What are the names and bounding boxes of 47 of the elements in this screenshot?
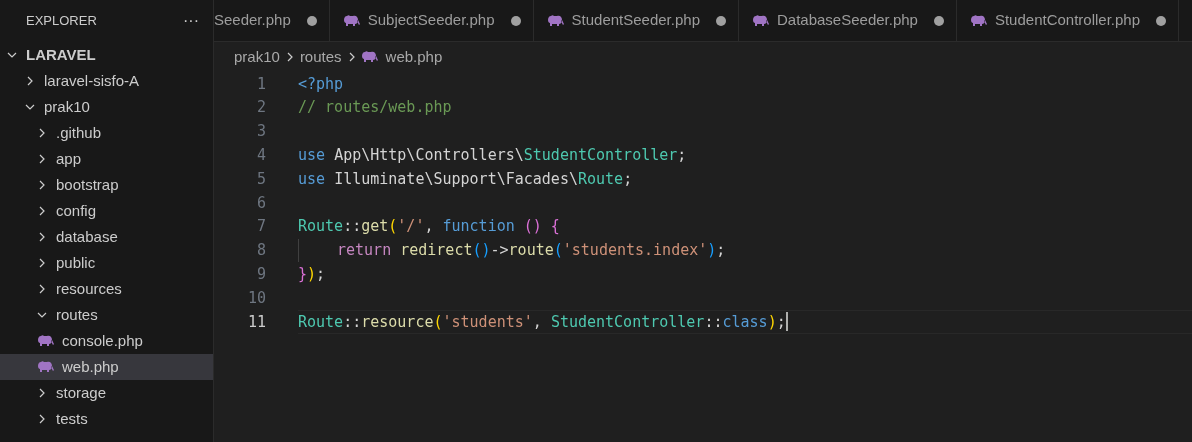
file-item[interactable]: console.php: [0, 328, 213, 354]
code-line: // routes/web.php: [298, 97, 453, 119]
editor-tab[interactable]: StudentController.php: [956, 0, 1180, 41]
file-item[interactable]: web.php: [0, 354, 213, 380]
sidebar-title: EXPLORER: [26, 12, 97, 31]
folder-item[interactable]: public: [0, 250, 213, 276]
folder-item[interactable]: LARAVEL: [0, 42, 213, 68]
code-line: use App\Http\Controllers\StudentController;: [298, 145, 688, 167]
line-number: 2: [255, 97, 266, 119]
folder-item[interactable]: .github: [0, 120, 213, 146]
elephant-icon: [38, 361, 54, 373]
breadcrumb-item[interactable]: prak10: [234, 45, 280, 69]
folder-item[interactable]: app: [0, 146, 213, 172]
code-line: return redirect()->route('students.index');: [298, 238, 1192, 263]
line-number: 5: [255, 168, 266, 190]
folder-item[interactable]: config: [0, 198, 213, 224]
code-line: use Illuminate\Support\Facades\Route;: [298, 168, 634, 190]
line-number: 3: [255, 121, 266, 143]
code-line: Route::resource('students', StudentController::class);: [298, 309, 1192, 334]
folder-item[interactable]: routes: [0, 302, 213, 328]
elephant-icon: [361, 51, 378, 63]
line-number: 1: [255, 73, 266, 95]
breadcrumb-item[interactable]: routes: [299, 45, 342, 69]
folder-item[interactable]: laravel-sisfo-A: [0, 68, 213, 94]
folder-item[interactable]: tests: [0, 406, 213, 432]
line-number: 7: [255, 216, 266, 238]
folder-item[interactable]: bootstrap: [0, 172, 213, 198]
elephant-icon: [38, 335, 54, 347]
code-line: <?php: [298, 73, 345, 95]
line-number: 6: [255, 192, 266, 214]
line-number: 8: [255, 240, 266, 262]
code-line: });: [298, 264, 327, 285]
more-actions-button[interactable]: ···: [183, 13, 199, 29]
code-line: Route::get('/', function () {: [298, 216, 561, 238]
line-number: 9: [255, 264, 266, 285]
line-number: 11: [246, 311, 266, 333]
line-number: 4: [255, 145, 266, 167]
folder-item[interactable]: storage: [0, 380, 213, 406]
folder-item[interactable]: resources: [0, 276, 213, 302]
line-number: 10: [246, 287, 266, 309]
editor-tab[interactable]: SubjectSeeder.php: [329, 0, 534, 41]
editor-tab[interactable]: DatabaseSeeder.php: [739, 0, 957, 41]
folder-item[interactable]: prak10: [0, 94, 213, 120]
breadcrumb-item[interactable]: web.php: [385, 45, 443, 69]
editor-tab[interactable]: Seeder.php: [214, 0, 330, 41]
folder-item[interactable]: database: [0, 224, 213, 250]
editor-tab[interactable]: StudentSeeder.php: [533, 0, 739, 41]
